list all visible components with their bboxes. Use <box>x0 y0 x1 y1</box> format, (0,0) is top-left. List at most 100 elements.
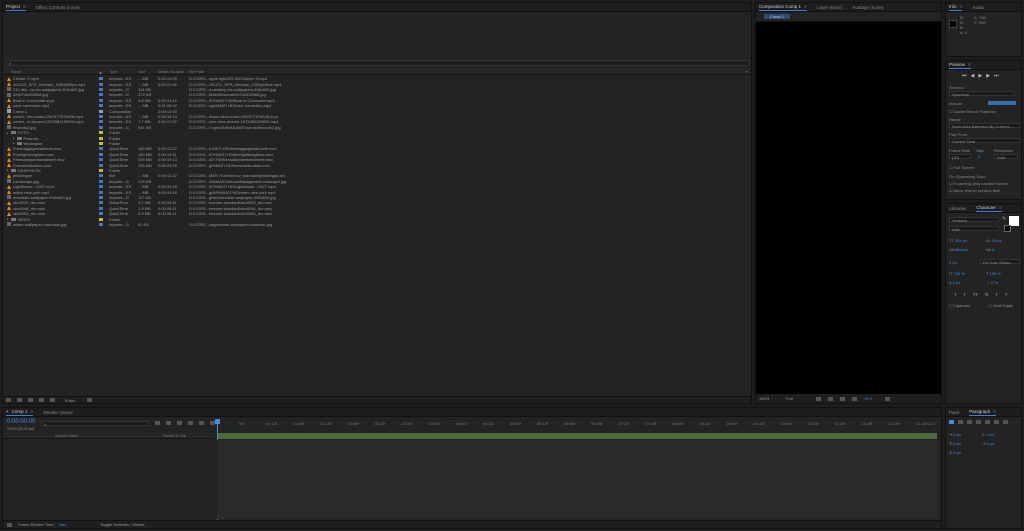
kerning-field[interactable]: VA Metrics <box>949 247 968 252</box>
label-color-swatch[interactable] <box>99 212 103 216</box>
label-color-swatch[interactable] <box>99 222 103 226</box>
tracking-field[interactable]: VA 0 <box>986 247 994 252</box>
camera-icon[interactable] <box>884 396 890 401</box>
comp-flowchart-icon[interactable] <box>155 421 160 425</box>
menu-icon[interactable]: ≡ <box>993 409 996 415</box>
shy-icon[interactable] <box>177 421 182 425</box>
col-filepath[interactable]: File Path <box>189 70 204 74</box>
frame-blend-icon[interactable] <box>188 421 193 425</box>
subscript-button[interactable]: T <box>1005 292 1007 297</box>
flowchart-icon[interactable] <box>50 398 55 402</box>
stroke-color-swatch[interactable] <box>1004 225 1011 232</box>
tsume-field[interactable]: ↔ 0 % <box>986 280 998 285</box>
expand-triangle-icon[interactable]: ▸ <box>7 131 9 135</box>
include-toggles[interactable] <box>988 101 1016 105</box>
new-comp-icon[interactable] <box>28 398 33 402</box>
tab-audio[interactable]: Audio <box>972 5 984 10</box>
menu-icon[interactable]: ≡ <box>746 70 748 74</box>
shortcut-select[interactable]: Spacebar <box>949 91 1015 97</box>
motion-blur-icon[interactable] <box>199 421 204 425</box>
first-frame-icon[interactable]: ⏮ <box>962 73 967 79</box>
stop-option-2[interactable]: ☑ Move time to preview time <box>949 188 1000 193</box>
justify-left-icon[interactable] <box>976 420 981 424</box>
all-caps-button[interactable]: TT <box>973 292 978 297</box>
render-toggle-icon[interactable] <box>7 522 12 527</box>
label-color-swatch[interactable] <box>99 93 103 97</box>
label-color-swatch[interactable] <box>99 109 103 113</box>
tab-libraries[interactable]: Libraries <box>949 206 966 211</box>
label-color-swatch[interactable] <box>99 163 103 167</box>
hindi-digits-checkbox[interactable]: ☐ Hindi Digits <box>988 303 1013 308</box>
label-color-swatch[interactable] <box>99 190 103 194</box>
exposure-value[interactable]: +0.0 <box>864 396 872 401</box>
play-icon[interactable]: ▶ <box>978 73 982 79</box>
project-row[interactable]: winter-wallpaper-mountain.jpg Importe...G… <box>3 222 751 227</box>
eyedropper-icon[interactable]: ✎ <box>1002 216 1006 222</box>
label-color-swatch[interactable] <box>99 125 103 129</box>
ligatures-checkbox[interactable]: ☐ Ligatures <box>949 303 970 308</box>
faux-italic-button[interactable]: T <box>963 292 965 297</box>
tab-paragraph[interactable]: Paragraph ≡ <box>969 409 997 416</box>
tab-composition[interactable]: Composition Comp 1 ≡ <box>759 4 807 11</box>
tab-layer[interactable]: Layer (none) <box>817 5 843 10</box>
label-color-swatch[interactable] <box>99 87 103 91</box>
label-color-swatch[interactable] <box>99 217 103 221</box>
fullscreen-checkbox[interactable]: ☐ Full Screen <box>949 165 974 170</box>
label-color-swatch[interactable] <box>99 174 103 178</box>
label-color-swatch[interactable] <box>99 131 103 135</box>
draft-3d-icon[interactable] <box>166 421 171 425</box>
baseline-field[interactable]: A 0 px <box>949 280 960 285</box>
comp-canvas[interactable] <box>756 23 941 394</box>
align-center-icon[interactable] <box>958 420 963 424</box>
label-color-swatch[interactable] <box>99 179 103 183</box>
close-icon[interactable]: × <box>6 409 9 414</box>
expand-triangle-icon[interactable]: ▸ <box>13 136 15 140</box>
range-select[interactable]: Work Area Extended By Current... <box>949 123 1021 129</box>
last-frame-icon[interactable]: ⏭ <box>994 73 999 79</box>
tab-project[interactable]: Project ≡ <box>6 4 26 11</box>
vertical-scale-field[interactable]: IT 100 % <box>949 271 965 276</box>
toggle-switches-button[interactable]: Toggle Switches / Modes <box>100 522 144 527</box>
label-color-swatch[interactable] <box>99 114 103 118</box>
tab-comp-1[interactable]: × Comp 1 ≡ <box>6 409 34 416</box>
zoom-select[interactable]: 100% <box>759 396 769 401</box>
bpc-label[interactable]: 8 bpc <box>65 398 75 403</box>
grid-icon[interactable] <box>827 396 833 401</box>
settings-icon[interactable] <box>39 398 44 402</box>
label-color-swatch[interactable] <box>99 206 103 210</box>
label-color-swatch[interactable] <box>99 98 103 102</box>
label-color-swatch[interactable] <box>99 158 103 162</box>
prev-frame-icon[interactable]: ◀ <box>971 73 975 79</box>
col-name[interactable]: Name <box>11 70 21 74</box>
col-parent-link[interactable]: Parent & Link <box>163 434 186 438</box>
play-from-select[interactable]: Current Time <box>949 138 1021 144</box>
channel-icon[interactable] <box>851 396 857 401</box>
leading-field[interactable]: A↕ 40 px <box>986 238 1002 243</box>
tab-preview[interactable]: Preview ≡ <box>949 62 971 69</box>
search-input[interactable]: ⌕ <box>6 60 750 66</box>
menu-icon[interactable]: ≡ <box>23 4 26 10</box>
expand-triangle-icon[interactable]: ▸ <box>13 141 15 145</box>
resolution-select[interactable]: Full <box>786 396 792 401</box>
justify-right-icon[interactable] <box>994 420 999 424</box>
expand-triangle-icon[interactable]: ▸ <box>7 217 9 221</box>
label-color-swatch[interactable] <box>99 147 103 151</box>
tab-paint[interactable]: Paint <box>949 410 959 415</box>
superscript-button[interactable]: T <box>995 292 997 297</box>
mask-icon[interactable] <box>839 396 845 401</box>
menu-icon[interactable]: ≡ <box>804 4 807 10</box>
horizontal-scale-field[interactable]: T 100 % <box>986 271 1001 276</box>
justify-all-icon[interactable] <box>1003 420 1008 424</box>
label-color-swatch[interactable] <box>99 185 103 189</box>
stop-option-1[interactable]: ☐ If caching, play cached frames <box>949 181 1008 186</box>
expand-triangle-icon[interactable]: ▸ <box>7 168 9 172</box>
tab-character[interactable]: Character ≡ <box>976 205 1002 212</box>
label-color-swatch[interactable] <box>99 201 103 205</box>
playhead-handle[interactable] <box>215 419 220 424</box>
tab-footage[interactable]: Footage (none) <box>852 5 883 10</box>
next-frame-icon[interactable]: ▶ <box>986 73 990 79</box>
label-color-swatch[interactable] <box>99 136 103 140</box>
indent-right-field[interactable]: ⇤ 0 px <box>982 432 994 437</box>
work-area-bar[interactable] <box>217 433 937 439</box>
label-color-swatch[interactable] <box>99 104 103 108</box>
